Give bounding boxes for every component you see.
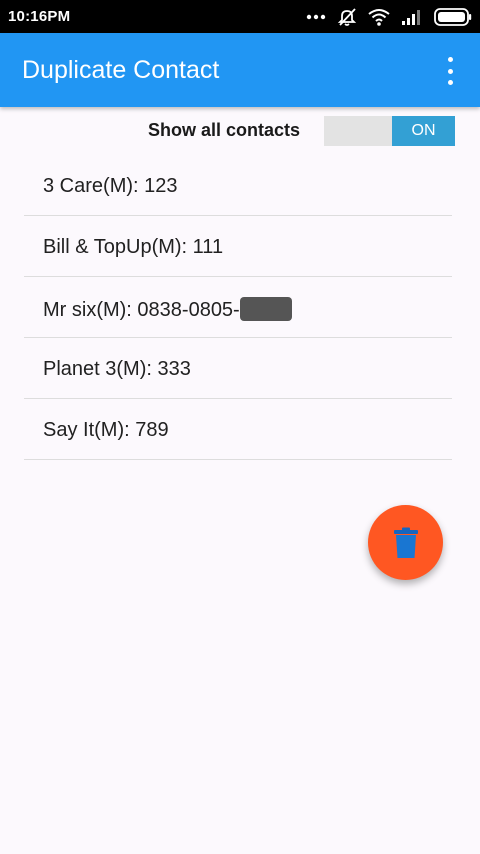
show-all-contacts-label: Show all contacts [147,120,300,140]
silent-off-icon [337,8,357,26]
list-item[interactable]: Say It(M): 789 [24,399,452,460]
status-icons [306,6,472,28]
app-bar: Duplicate Contact [0,33,480,107]
wifi-icon [368,9,390,26]
delete-fab-button[interactable] [368,505,443,580]
contact-label: Planet 3(M): 333 [43,358,191,380]
list-item[interactable]: Planet 3(M): 333 [24,338,452,399]
overflow-dot [447,68,453,74]
list-item[interactable]: Bill & TopUp(M): 111 [24,216,452,277]
show-all-contacts-row: Show all contacts ON [0,107,480,155]
trash-icon [393,527,418,558]
page-title: Duplicate Contact [22,56,220,84]
list-item[interactable]: 3 Care(M): 123 [24,155,452,216]
signal-icon [402,10,420,25]
overflow-dot [447,57,453,62]
contact-label: Mr six(M): 0838-0805- [43,299,240,321]
overflow-menu-icon[interactable] [438,57,462,85]
show-all-contacts-toggle[interactable]: ON [324,116,455,146]
list-item[interactable]: Mr six(M): 0838-0805- [24,277,452,338]
toggle-state: ON [392,116,455,146]
contact-list: 3 Care(M): 123 Bill & TopUp(M): 111 Mr s… [24,155,452,460]
contact-label-wrap: Mr six(M): 0838-0805- [43,297,292,322]
more-dots-icon [306,14,326,20]
contact-label: 3 Care(M): 123 [43,175,178,197]
contact-label: Bill & TopUp(M): 111 [43,236,224,258]
battery-icon [434,8,472,26]
status-bar: 10:16PM [0,0,480,33]
status-time: 10:16PM [8,8,71,25]
contact-label: Say It(M): 789 [43,419,169,441]
overflow-dot [447,80,453,85]
redacted-block [239,297,292,321]
